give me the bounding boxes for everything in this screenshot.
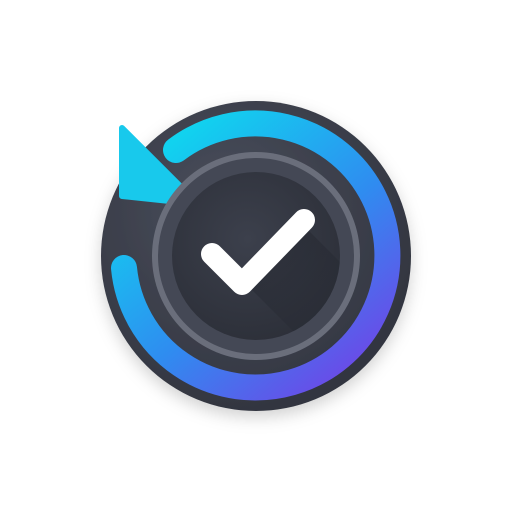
sync-check-icon bbox=[101, 101, 411, 411]
icon-canvas bbox=[0, 0, 512, 512]
